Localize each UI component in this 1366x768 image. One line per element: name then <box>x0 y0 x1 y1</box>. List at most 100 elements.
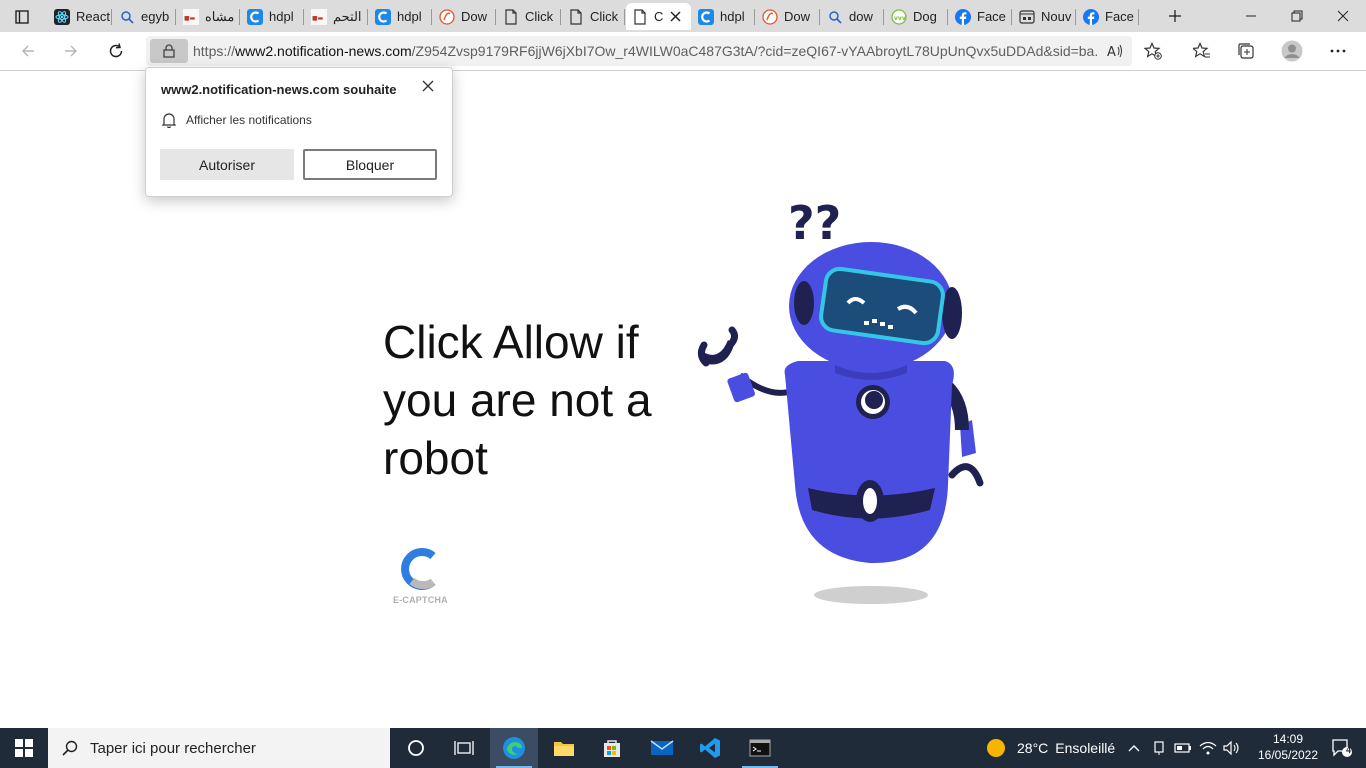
restore-icon <box>1291 10 1303 22</box>
site-icon: ■▬ <box>183 8 199 25</box>
browser-tab[interactable]: Click <box>562 3 625 30</box>
browser-tab[interactable]: Face <box>949 3 1012 30</box>
browser-tab[interactable]: ■▬ مشاه <box>177 3 240 30</box>
tab-label: مشاه <box>205 8 235 24</box>
notification-permission-dialog: www2.notification-news.com souhaite Affi… <box>145 67 453 197</box>
file-explorer-button[interactable] <box>540 728 588 768</box>
tab-separator <box>303 9 304 25</box>
allow-button[interactable]: Autoriser <box>160 149 294 180</box>
minimize-button[interactable] <box>1228 0 1274 32</box>
device-tray-icon-button[interactable] <box>1147 728 1171 768</box>
more-icon <box>1330 49 1346 53</box>
dialog-title: www2.notification-news.com souhaite <box>161 82 397 97</box>
new-tab-button[interactable] <box>1152 0 1198 32</box>
notification-center-button[interactable]: 4 <box>1318 728 1366 768</box>
browser-tab[interactable]: hdpl <box>241 3 304 30</box>
facebook-icon <box>955 8 971 25</box>
browser-tab[interactable]: React <box>48 3 112 30</box>
close-icon <box>670 11 681 22</box>
download-site-icon <box>762 8 778 25</box>
newtab-icon <box>1019 9 1035 25</box>
start-button[interactable] <box>0 728 48 768</box>
taskbar-search[interactable]: Taper ici pour rechercher <box>48 728 390 768</box>
browser-tab[interactable]: egyb <box>113 3 176 30</box>
browser-tab[interactable]: hdpl <box>692 3 755 30</box>
close-tab-button[interactable] <box>670 10 681 25</box>
collections-button[interactable] <box>1231 37 1261 65</box>
browser-tab[interactable]: C <box>626 3 691 30</box>
profile-button[interactable] <box>1277 37 1307 65</box>
browser-tab[interactable]: dow <box>821 3 884 30</box>
weather-temp: 28°C <box>1017 740 1049 756</box>
battery-icon <box>1174 743 1191 753</box>
mail-icon <box>650 740 674 755</box>
search-icon <box>827 9 843 25</box>
tab-label: Click <box>525 9 554 24</box>
c-logo-icon <box>247 8 263 25</box>
tab-label: Dog <box>913 9 937 24</box>
block-button[interactable]: Bloquer <box>303 149 437 180</box>
terminal-button[interactable] <box>736 728 784 768</box>
svg-text:■▬: ■▬ <box>184 15 196 22</box>
edge-icon <box>503 737 525 759</box>
battery-button[interactable] <box>1171 728 1195 768</box>
tab-separator <box>947 9 948 25</box>
favorites-button[interactable] <box>1187 37 1217 65</box>
search-icon <box>62 740 78 756</box>
back-button[interactable] <box>13 37 43 65</box>
add-favorite-button[interactable] <box>1138 37 1168 65</box>
tab-actions-button[interactable] <box>8 3 42 30</box>
browser-tab[interactable]: hdpl <box>369 3 432 30</box>
task-view-button[interactable] <box>440 728 488 768</box>
read-aloud-button[interactable]: A <box>1106 42 1124 65</box>
store-button[interactable] <box>588 728 636 768</box>
volume-button[interactable] <box>1220 728 1244 768</box>
weather-widget[interactable]: 28°C Ensoleillé <box>986 728 1115 768</box>
tab-separator <box>624 9 625 25</box>
tab-separator <box>754 9 755 25</box>
arrow-right-icon <box>65 45 77 57</box>
star-add-icon <box>1144 42 1162 60</box>
captcha-label: E-CAPTCHA <box>393 595 448 605</box>
browser-tab[interactable]: Dow <box>756 3 820 30</box>
url-text[interactable]: https://www2.notification-news.com/Z954Z… <box>193 43 1098 59</box>
speaker-icon <box>1223 741 1239 755</box>
cortana-button[interactable] <box>392 728 440 768</box>
collections-icon <box>1238 43 1254 59</box>
svg-text:vvv: vvv <box>894 15 906 22</box>
restore-button[interactable] <box>1274 0 1320 32</box>
browser-tab[interactable]: ■▬ التحم <box>305 3 368 30</box>
tab-strip: React egyb ■▬ مشاه hdpl ■▬ التحم hdpl Dow Click Cl… <box>0 0 1366 32</box>
download-site-icon <box>439 8 455 25</box>
browser-tab[interactable]: Nouv <box>1013 3 1076 30</box>
tab-label: dow <box>849 9 873 24</box>
browser-tab[interactable]: Click <box>497 3 561 30</box>
minimize-icon <box>1246 15 1256 17</box>
vscode-button[interactable] <box>686 728 734 768</box>
page-headline: Click Allow if you are not a robot <box>383 316 652 484</box>
tab-label: Face <box>1105 9 1134 24</box>
system-clock[interactable]: 14:09 16/05/2022 <box>1256 731 1320 763</box>
network-button[interactable] <box>1196 728 1220 768</box>
show-hidden-icons-button[interactable] <box>1122 728 1146 768</box>
dialog-close-button[interactable] <box>418 76 438 96</box>
site-info-button[interactable] <box>150 39 188 63</box>
tab-label: Dow <box>784 9 811 24</box>
browser-tab[interactable]: Dow <box>433 3 496 30</box>
mail-button[interactable] <box>638 728 686 768</box>
tab-separator <box>819 9 820 25</box>
svg-text:A: A <box>1107 45 1116 60</box>
browser-tab[interactable]: vvv Dog <box>885 3 948 30</box>
tab-label: C <box>654 9 664 24</box>
refresh-button[interactable] <box>101 37 131 65</box>
permission-text: Afficher les notifications <box>186 113 312 127</box>
settings-menu-button[interactable] <box>1323 37 1353 65</box>
address-bar[interactable]: https://www2.notification-news.com/Z954Z… <box>146 36 1132 66</box>
tab-separator <box>175 9 176 25</box>
taskbar: Taper ici pour rechercher 28°C Ensoleill… <box>0 728 1366 768</box>
edge-taskbar-button[interactable] <box>490 728 538 768</box>
close-window-button[interactable] <box>1320 0 1366 32</box>
browser-tab[interactable]: Face <box>1077 3 1139 30</box>
tab-separator <box>239 9 240 25</box>
forward-button[interactable] <box>56 37 86 65</box>
